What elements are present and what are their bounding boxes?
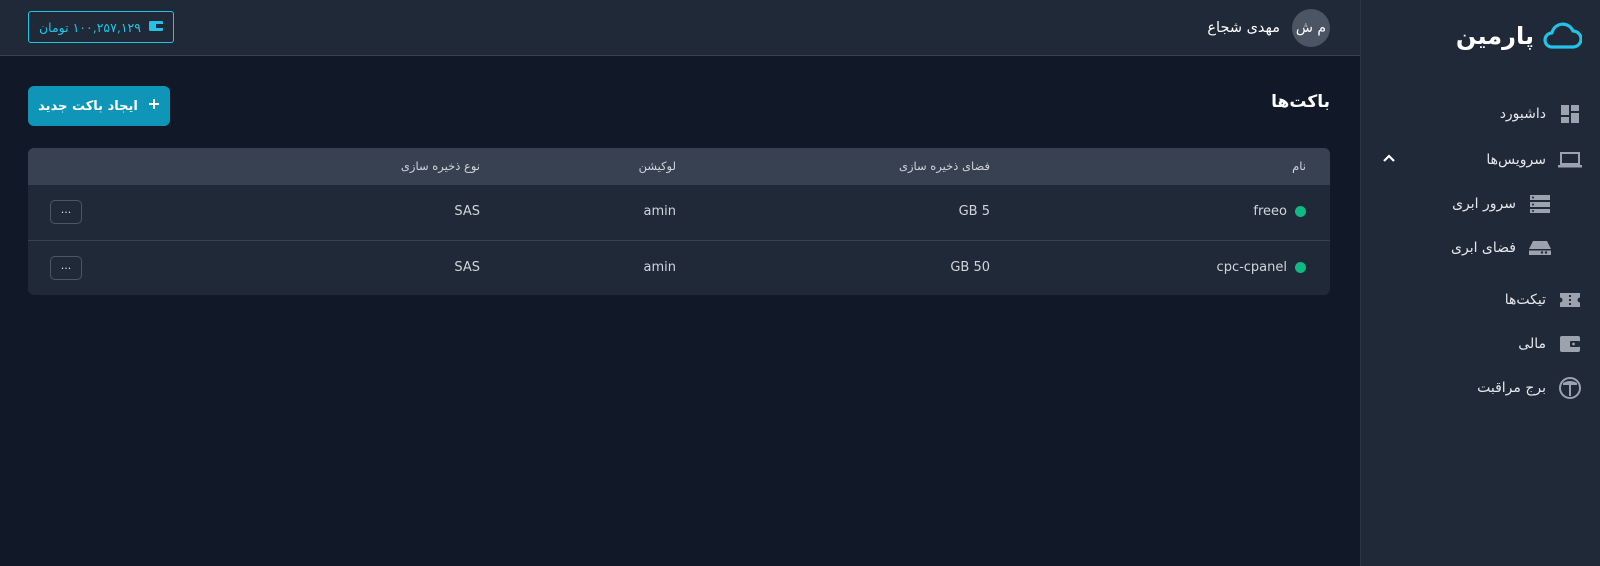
column-name: نام [1292, 159, 1306, 173]
bucket-name: cpc-cpanel [1216, 260, 1287, 275]
brand-logo[interactable]: پارمین [1456, 22, 1582, 50]
sidebar-item-label: برج مراقبت [1477, 380, 1546, 396]
avatar: م ش [1292, 9, 1330, 47]
bucket-name-cell: cpc-cpanel [1217, 260, 1306, 275]
status-dot-icon [1295, 262, 1306, 273]
page-title: باکت‌ها [1271, 92, 1330, 112]
wallet-icon [148, 20, 163, 35]
sidebar-item-dashboard[interactable]: داشبورد [1500, 102, 1582, 126]
user-menu[interactable]: م ش مهدی شجاع [1207, 9, 1330, 47]
create-bucket-label: ایجاد باکت جدید [38, 98, 138, 114]
wallet-balance: ۱۰۰,۲۵۷,۱۲۹ تومان [39, 19, 141, 35]
ticket-icon [1558, 288, 1582, 312]
sidebar-item-finance[interactable]: مالی [1518, 332, 1582, 356]
sidebar-item-label: داشبورد [1499, 106, 1546, 122]
table-header: نام فضای ذخیره سازی لوکیشن نوع ذخیره ساز… [28, 148, 1330, 185]
create-bucket-button[interactable]: ایجاد باکت جدید [28, 86, 170, 126]
top-header: ۱۰۰,۲۵۷,۱۲۹ تومان م ش مهدی شجاع [0, 0, 1360, 56]
sidebar-item-label: مالی [1518, 336, 1546, 352]
status-dot-icon [1295, 206, 1306, 217]
server-icon [1528, 192, 1552, 216]
tower-icon [1558, 376, 1582, 400]
hard-drive-icon [1528, 236, 1552, 260]
bucket-name-cell: freeo [1253, 204, 1306, 219]
wallet-icon [1558, 332, 1582, 356]
cloud-icon [1543, 22, 1582, 49]
bucket-location: amin [643, 204, 676, 219]
column-storage-space: فضای ذخیره سازی [898, 159, 990, 173]
bucket-type: SAS [454, 260, 480, 275]
brand-name: پارمین [1455, 22, 1534, 50]
sidebar-item-cloud-storage[interactable]: فضای ابری [1451, 236, 1552, 260]
sidebar-item-label: تیکت‌ها [1504, 292, 1546, 308]
table-row[interactable]: cpc-cpanel 50 GB amin SAS ··· [28, 240, 1330, 295]
sidebar-item-label: سرویس‌ها [1486, 152, 1546, 168]
bucket-space: 50 GB [950, 260, 990, 275]
sidebar-item-tickets[interactable]: تیکت‌ها [1505, 288, 1582, 312]
sidebar-item-services[interactable]: سرویس‌ها [1486, 148, 1582, 172]
buckets-table: نام فضای ذخیره سازی لوکیشن نوع ذخیره ساز… [28, 148, 1330, 295]
sidebar-item-cloud-server[interactable]: سرور ابری [1452, 192, 1552, 216]
table-row[interactable]: freeo 5 GB amin SAS ··· [28, 185, 1330, 240]
user-name: مهدی شجاع [1207, 20, 1280, 36]
dashboard-icon [1558, 102, 1582, 126]
bucket-location: amin [643, 260, 676, 275]
bucket-space: 5 GB [958, 204, 990, 219]
sidebar: پارمین داشبورد سرویس‌ها سرور ابری فضای ا… [1360, 0, 1600, 566]
sidebar-item-watch-tower[interactable]: برج مراقبت [1477, 376, 1582, 400]
column-location: لوکیشن [638, 159, 676, 173]
laptop-icon [1558, 148, 1582, 172]
bucket-name: freeo [1253, 204, 1287, 219]
more-actions-button[interactable]: ··· [50, 200, 82, 224]
wallet-balance-button[interactable]: ۱۰۰,۲۵۷,۱۲۹ تومان [28, 11, 174, 43]
sidebar-item-label: فضای ابری [1451, 240, 1516, 256]
plus-icon [148, 98, 160, 114]
chevron-up-icon[interactable] [1381, 150, 1397, 166]
more-actions-button[interactable]: ··· [50, 256, 82, 280]
sidebar-item-label: سرور ابری [1452, 196, 1516, 212]
bucket-type: SAS [454, 204, 480, 219]
column-storage-type: نوع ذخیره سازی [400, 159, 480, 173]
